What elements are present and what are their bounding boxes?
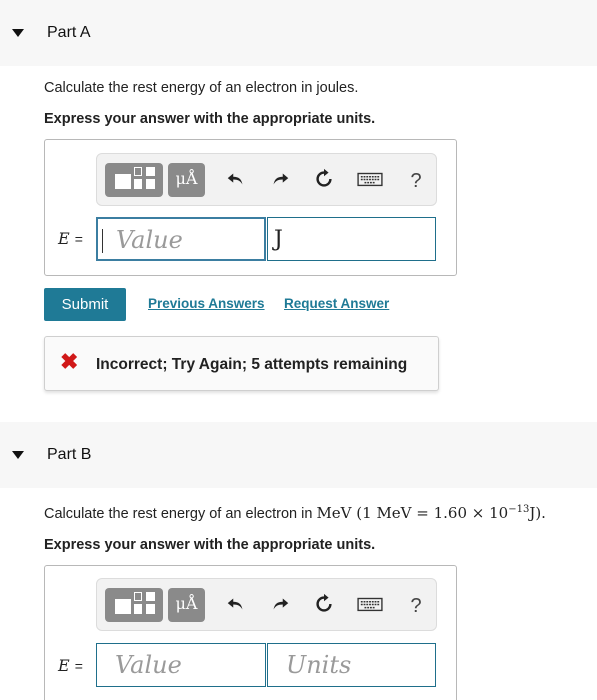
- redo-icon[interactable]: [267, 593, 293, 619]
- part-a-prompt: Calculate the rest energy of an electron…: [44, 80, 359, 96]
- part-a-variable-label: E =: [58, 229, 83, 248]
- feedback-box: ✖ Incorrect; Try Again; 5 attempts remai…: [44, 336, 439, 391]
- templates-button[interactable]: [105, 163, 163, 197]
- caret-down-icon[interactable]: [12, 29, 24, 37]
- part-b-prompt-math: MeV (1 MeV = 1.60 × 10: [316, 504, 509, 522]
- part-b-prompt-exponent: −13: [508, 504, 530, 516]
- help-icon[interactable]: ?: [403, 593, 429, 619]
- keyboard-icon[interactable]: [355, 168, 385, 194]
- part-b-equals: =: [74, 658, 83, 674]
- undo-icon[interactable]: [223, 593, 249, 619]
- part-a-instruction: Express your answer with the appropriate…: [44, 111, 376, 127]
- undo-icon[interactable]: [223, 168, 249, 194]
- redo-icon[interactable]: [267, 168, 293, 194]
- keyboard-icon[interactable]: [355, 593, 385, 619]
- help-icon[interactable]: ?: [403, 168, 429, 194]
- previous-answers-link[interactable]: Previous Answers: [148, 296, 265, 311]
- part-b-title: Part B: [47, 446, 92, 463]
- part-a-answer-box: μÅ ? E = Value J: [44, 139, 457, 276]
- reset-icon[interactable]: [311, 168, 337, 194]
- units-icon: μÅ: [175, 594, 198, 613]
- part-a-value-input[interactable]: Value: [96, 217, 266, 261]
- request-answer-link[interactable]: Request Answer: [284, 296, 389, 311]
- units-icon: μÅ: [175, 169, 198, 188]
- templates-button[interactable]: [105, 588, 163, 622]
- feedback-message: Incorrect; Try Again; 5 attempts remaini…: [96, 356, 408, 373]
- part-b-prompt: Calculate the rest energy of an electron…: [44, 504, 546, 522]
- math-toolbar: μÅ ?: [96, 153, 437, 206]
- part-a-variable: E: [58, 229, 70, 248]
- templates-icon: [115, 174, 131, 189]
- part-a-title: Part A: [47, 24, 91, 41]
- part-b-variable-label: E =: [58, 656, 83, 675]
- part-b-answer-box: μÅ ? E = Value Units: [44, 565, 457, 700]
- reset-icon[interactable]: [311, 593, 337, 619]
- math-toolbar: μÅ ?: [96, 578, 437, 631]
- submit-button[interactable]: Submit: [44, 288, 126, 321]
- part-b-value-input[interactable]: Value: [96, 643, 266, 687]
- part-a-value-placeholder: Value: [116, 226, 183, 254]
- part-b-units-input[interactable]: Units: [267, 643, 436, 687]
- part-b-header[interactable]: Part B: [0, 422, 597, 488]
- part-a-units-input[interactable]: J: [267, 217, 436, 261]
- templates-icon: [115, 599, 131, 614]
- text-cursor: [102, 229, 103, 253]
- part-a-equals: =: [74, 231, 83, 247]
- part-b-variable: E: [58, 656, 70, 675]
- part-a-units-value: J: [274, 227, 283, 252]
- units-button[interactable]: μÅ: [168, 588, 205, 622]
- part-b-value-placeholder: Value: [115, 651, 182, 679]
- part-b-units-placeholder: Units: [286, 651, 352, 679]
- part-b-prompt-text: Calculate the rest energy of an electron…: [44, 506, 317, 522]
- incorrect-icon: ✖: [60, 349, 79, 374]
- part-b-instruction: Express your answer with the appropriate…: [44, 537, 376, 553]
- part-a-header[interactable]: Part A: [0, 0, 597, 66]
- part-b-prompt-tail: J).: [529, 504, 546, 522]
- units-button[interactable]: μÅ: [168, 163, 205, 197]
- caret-down-icon[interactable]: [12, 451, 24, 459]
